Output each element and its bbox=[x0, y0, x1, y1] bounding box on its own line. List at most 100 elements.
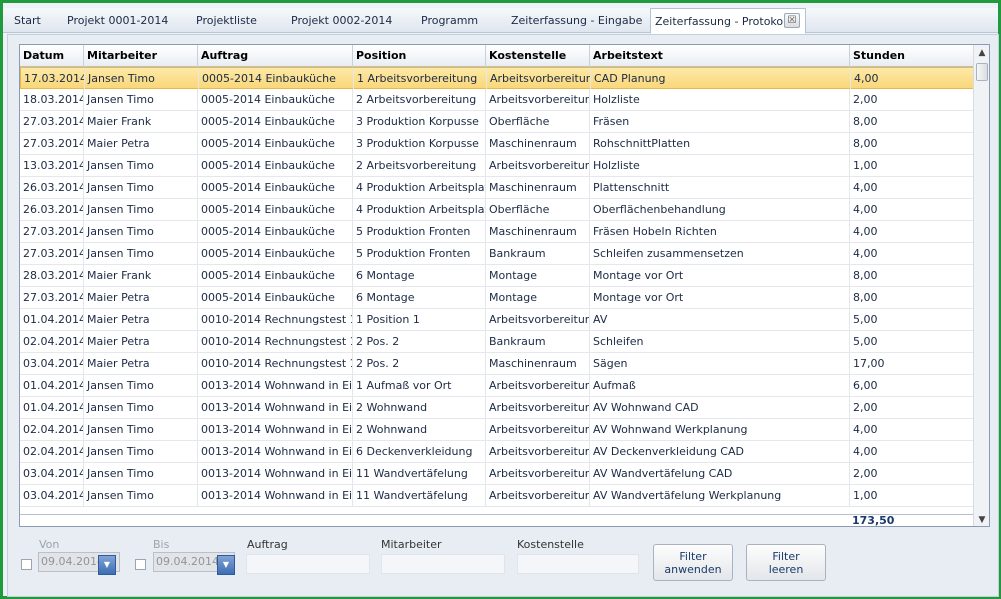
tab-zeiterfassung-eingabe[interactable]: Zeiterfassung - Eingabe bbox=[511, 8, 642, 33]
table-row[interactable]: 01.04.2014 Maier Petra 0010-2014 Rechnungs… bbox=[20, 309, 974, 331]
table-row[interactable]: 28.03.2014 Maier Frank 0005-2014 Einbauküc… bbox=[20, 265, 974, 287]
cell-stunden: 4,00 bbox=[850, 419, 974, 440]
column-header-arbeitstext[interactable]: Arbeitstext bbox=[590, 45, 850, 67]
column-header-stunden[interactable]: Stunden bbox=[850, 45, 974, 67]
cell-position: 4 Produktion Arbeitsplatte bbox=[353, 199, 486, 220]
cell-auftrag: 0013-2014 Wohnwand in Eiche bbox=[198, 419, 353, 440]
cell-auftrag: 0005-2014 Einbauküche bbox=[198, 287, 353, 308]
cell-stunden: 5,00 bbox=[850, 331, 974, 352]
von-dropdown-icon[interactable]: ▼ bbox=[98, 555, 116, 575]
tab-zeiterfassung-protokoll[interactable]: Zeiterfassung - Protokoll ☒ bbox=[650, 8, 806, 34]
cell-arbeitstext: Montage vor Ort bbox=[590, 265, 850, 286]
cell-datum: 01.04.2014 bbox=[20, 375, 84, 396]
cell-position: 4 Produktion Arbeitsplatte bbox=[353, 177, 486, 198]
scroll-thumb[interactable] bbox=[976, 63, 988, 81]
von-checkbox[interactable] bbox=[21, 559, 32, 570]
summary-row: 173,50 bbox=[20, 514, 974, 526]
filter-apply-button[interactable]: Filter anwenden bbox=[653, 544, 733, 581]
bis-label: Bis bbox=[153, 538, 170, 551]
cell-position: 2 Pos. 2 bbox=[353, 353, 486, 374]
cell-arbeitstext: Schleifen bbox=[590, 331, 850, 352]
column-header-kostenstelle[interactable]: Kostenstelle bbox=[486, 45, 590, 67]
cell-auftrag: 0013-2014 Wohnwand in Eiche bbox=[198, 397, 353, 418]
vertical-scrollbar[interactable]: ▲ ▼ bbox=[973, 45, 989, 526]
tab-start[interactable]: Start bbox=[14, 8, 41, 33]
application-window: Start Projekt 0001-2014 Projektliste Pro… bbox=[0, 0, 1001, 599]
column-header-mitarbeiter[interactable]: Mitarbeiter bbox=[84, 45, 198, 67]
column-header-datum[interactable]: Datum bbox=[20, 45, 84, 67]
cell-stunden: 8,00 bbox=[850, 287, 974, 308]
table-row[interactable]: 03.04.2014 Jansen Timo 0013-2014 Wohnwand … bbox=[20, 485, 974, 507]
cell-position: 5 Produktion Fronten bbox=[353, 221, 486, 242]
table-row[interactable]: 27.03.2014 Jansen Timo 0005-2014 Einbauküc… bbox=[20, 243, 974, 265]
cell-kostenstelle: Arbeitsvorbereitung bbox=[486, 155, 590, 176]
cell-kostenstelle: Arbeitsvorbereitung bbox=[486, 463, 590, 484]
cell-auftrag: 0005-2014 Einbauküche bbox=[198, 89, 353, 110]
table-row[interactable]: 02.04.2014 Jansen Timo 0013-2014 Wohnwand … bbox=[20, 419, 974, 441]
table-row[interactable]: 03.04.2014 Jansen Timo 0013-2014 Wohnwand … bbox=[20, 463, 974, 485]
close-icon[interactable]: ☒ bbox=[784, 13, 800, 28]
auftrag-input[interactable] bbox=[246, 554, 370, 574]
cell-datum: 02.04.2014 bbox=[20, 441, 84, 462]
cell-arbeitstext: AV Wohnwand CAD bbox=[590, 397, 850, 418]
table-row[interactable]: 27.03.2014 Maier Petra 0005-2014 Einbauküc… bbox=[20, 133, 974, 155]
cell-datum: 28.03.2014 bbox=[20, 265, 84, 286]
cell-auftrag: 0005-2014 Einbauküche bbox=[198, 199, 353, 220]
table-row[interactable]: 02.04.2014 Jansen Timo 0013-2014 Wohnwand … bbox=[20, 441, 974, 463]
mitarbeiter-input[interactable] bbox=[381, 554, 505, 574]
cell-mitarbeiter: Jansen Timo bbox=[84, 375, 198, 396]
cell-mitarbeiter: Jansen Timo bbox=[84, 221, 198, 242]
cell-position: 11 Wandvertäfelung bbox=[353, 485, 486, 506]
cell-arbeitstext: Plattenschnitt bbox=[590, 177, 850, 198]
table-row[interactable]: 01.04.2014 Jansen Timo 0013-2014 Wohnwand … bbox=[20, 397, 974, 419]
table-row[interactable]: 27.03.2014 Jansen Timo 0005-2014 Einbauküc… bbox=[20, 221, 974, 243]
cell-stunden: 4,00 bbox=[850, 177, 974, 198]
tab-projekt-0001[interactable]: Projekt 0001-2014 bbox=[67, 8, 168, 33]
cell-auftrag: 0005-2014 Einbauküche bbox=[198, 177, 353, 198]
table-row[interactable]: 03.04.2014 Maier Petra 0010-2014 Rechnungs… bbox=[20, 353, 974, 375]
table-row[interactable]: 27.03.2014 Maier Frank 0005-2014 Einbauküc… bbox=[20, 111, 974, 133]
table-row[interactable]: 27.03.2014 Maier Petra 0005-2014 Einbauküc… bbox=[20, 287, 974, 309]
scroll-down-icon[interactable]: ▼ bbox=[974, 512, 989, 526]
bis-dropdown-icon[interactable]: ▼ bbox=[217, 555, 235, 575]
cell-kostenstelle: Montage bbox=[486, 287, 590, 308]
cell-kostenstelle: Bankraum bbox=[486, 331, 590, 352]
table-row[interactable]: 13.03.2014 Jansen Timo 0005-2014 Einbauküc… bbox=[20, 155, 974, 177]
cell-kostenstelle: Arbeitsvorbereitung bbox=[487, 68, 591, 89]
cell-auftrag: 0005-2014 Einbauküche bbox=[198, 243, 353, 264]
cell-datum: 26.03.2014 bbox=[20, 177, 84, 198]
tab-projektliste[interactable]: Projektliste bbox=[196, 8, 257, 33]
table-row[interactable]: 18.03.2014 Jansen Timo 0005-2014 Einbauküc… bbox=[20, 89, 974, 111]
scroll-up-icon[interactable]: ▲ bbox=[974, 45, 989, 61]
table-row[interactable]: 26.03.2014 Jansen Timo 0005-2014 Einbauküc… bbox=[20, 199, 974, 221]
cell-kostenstelle: Maschinenraum bbox=[486, 133, 590, 154]
cell-stunden: 6,00 bbox=[850, 375, 974, 396]
tab-programm[interactable]: Programm bbox=[421, 8, 478, 33]
cell-mitarbeiter: Jansen Timo bbox=[84, 243, 198, 264]
kostenstelle-input[interactable] bbox=[517, 554, 639, 574]
cell-position: 3 Produktion Korpusse bbox=[353, 111, 486, 132]
cell-datum: 03.04.2014 bbox=[20, 463, 84, 484]
column-header-position[interactable]: Position bbox=[353, 45, 486, 67]
column-header-auftrag[interactable]: Auftrag bbox=[198, 45, 353, 67]
table-row[interactable]: 01.04.2014 Jansen Timo 0013-2014 Wohnwand … bbox=[20, 375, 974, 397]
cell-auftrag: 0005-2014 Einbauküche bbox=[199, 68, 354, 89]
cell-mitarbeiter: Jansen Timo bbox=[84, 177, 198, 198]
cell-datum: 18.03.2014 bbox=[20, 89, 84, 110]
cell-datum: 27.03.2014 bbox=[20, 287, 84, 308]
cell-auftrag: 0005-2014 Einbauküche bbox=[198, 133, 353, 154]
cell-arbeitstext: AV Wandvertäfelung CAD bbox=[590, 463, 850, 484]
cell-position: 1 Position 1 bbox=[353, 309, 486, 330]
tab-projekt-0002[interactable]: Projekt 0002-2014 bbox=[291, 8, 392, 33]
cell-datum: 27.03.2014 bbox=[20, 243, 84, 264]
table-row[interactable]: 26.03.2014 Jansen Timo 0005-2014 Einbauküc… bbox=[20, 177, 974, 199]
table-row[interactable]: 17.03.2014 Jansen Timo 0005-2014 Einbauküc… bbox=[20, 67, 975, 89]
bis-checkbox[interactable] bbox=[135, 559, 146, 570]
cell-datum: 01.04.2014 bbox=[20, 309, 84, 330]
cell-mitarbeiter: Jansen Timo bbox=[84, 89, 198, 110]
table-row[interactable]: 02.04.2014 Maier Petra 0010-2014 Rechnungs… bbox=[20, 331, 974, 353]
cell-arbeitstext: Schleifen zusammensetzen bbox=[590, 243, 850, 264]
filter-clear-button[interactable]: Filter leeren bbox=[746, 544, 826, 581]
cell-mitarbeiter: Jansen Timo bbox=[84, 397, 198, 418]
cell-auftrag: 0005-2014 Einbauküche bbox=[198, 111, 353, 132]
